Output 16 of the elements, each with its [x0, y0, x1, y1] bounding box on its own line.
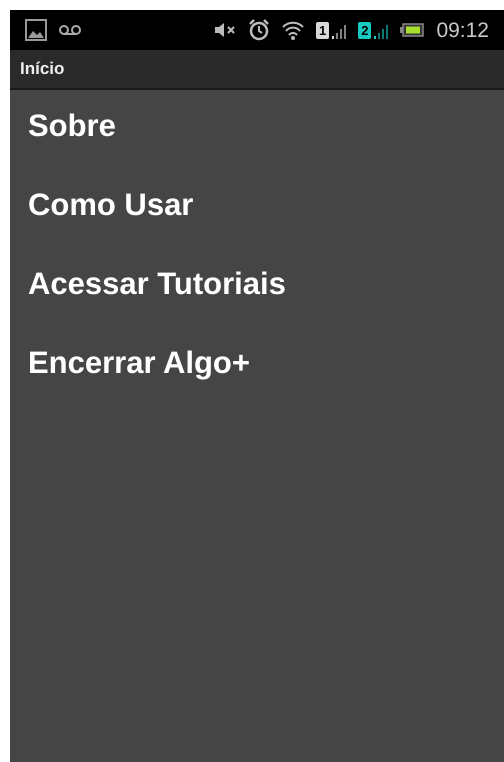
alarm-clock-icon: [248, 19, 270, 41]
battery-icon: [400, 23, 424, 37]
voicemail-icon: [59, 24, 81, 36]
menu-item[interactable]: Encerrar Algo+: [10, 345, 504, 424]
sim-card-badge: 2: [358, 22, 372, 38]
clock-time: 09:12: [436, 20, 489, 40]
screen-title: Início: [20, 58, 64, 80]
signal-icon: [332, 22, 346, 38]
sim-card-badge: 1: [316, 22, 330, 38]
menu-item[interactable]: Como Usar: [10, 187, 504, 266]
signal-icon: [374, 22, 388, 38]
menu-item[interactable]: Acessar Tutoriais: [10, 266, 504, 345]
picture-icon: [25, 19, 47, 41]
menu-item[interactable]: Sobre: [10, 108, 504, 187]
wifi-icon: [282, 20, 304, 40]
mute-icon: [214, 22, 236, 38]
